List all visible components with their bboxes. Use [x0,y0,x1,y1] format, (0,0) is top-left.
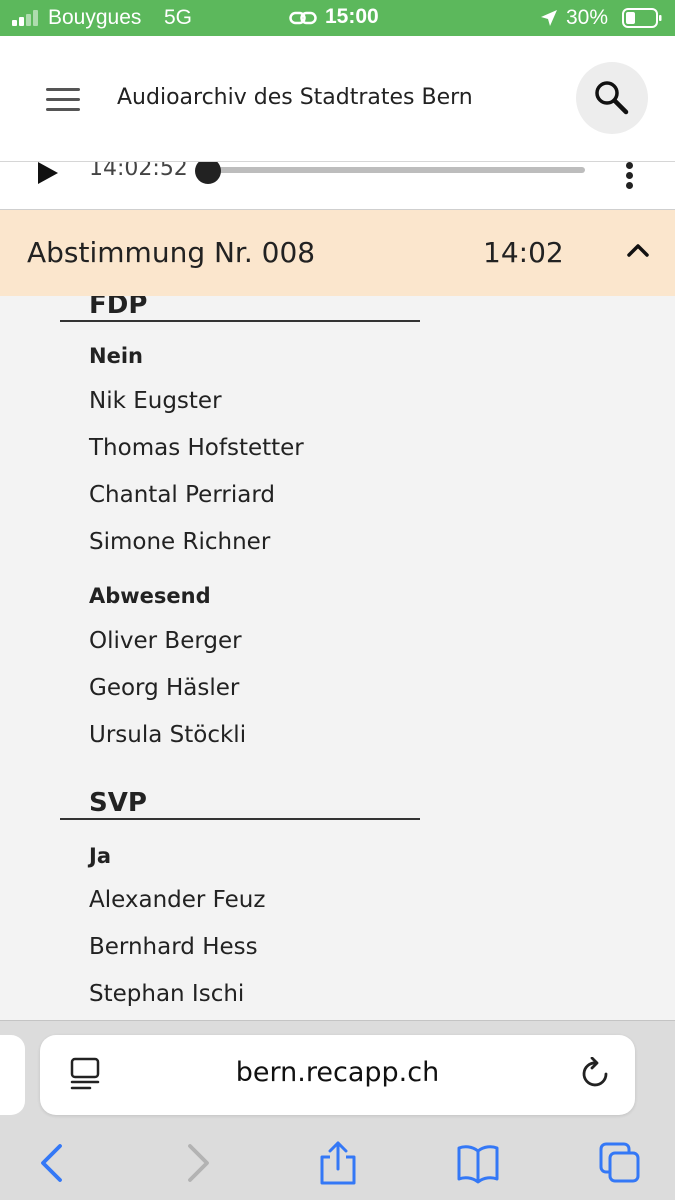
party-block: FDP [60,296,420,322]
tabs-icon[interactable] [598,1141,642,1185]
forward-icon[interactable] [176,1141,220,1185]
party-divider [60,818,420,820]
vote-time: 14:02 [483,236,564,269]
vote-group-label: Nein [89,344,143,368]
member-name: Nik Eugster [89,388,222,414]
page-title: Audioarchiv des Stadtrates Bern [117,85,473,110]
vote-title: Abstimmung Nr. 008 [27,236,316,269]
progress-track[interactable] [207,167,585,173]
search-button[interactable] [576,62,648,134]
link-icon [289,11,317,25]
reload-icon[interactable] [580,1057,612,1091]
back-icon[interactable] [30,1141,74,1185]
vote-group-label: Abwesend [89,584,211,608]
member-name: Alexander Feuz [89,887,266,913]
network-type: 5G [164,6,193,29]
play-icon[interactable] [36,162,60,184]
member-name: Oliver Berger [89,628,242,654]
status-bar: Bouygues 5G 15:00 30% [0,0,675,36]
app-header: Audioarchiv des Stadtrates Bern [0,36,675,162]
url-text: bern.recapp.ch [235,1057,440,1088]
share-icon[interactable] [316,1141,360,1185]
more-vertical-icon[interactable] [620,162,640,190]
status-time: 15:00 [325,5,379,28]
vote-group-label: Ja [89,844,111,868]
member-name: Bernhard Hess [89,934,258,960]
progress-thumb[interactable] [195,162,221,184]
bookmarks-icon[interactable] [456,1141,500,1185]
member-name: Georg Häsler [89,675,240,701]
party-name: FDP [89,296,148,320]
member-name: Ursula Stöckli [89,722,247,748]
location-arrow-icon [541,10,557,26]
address-bar[interactable]: bern.recapp.ch [40,1035,635,1115]
member-name: Stephan Ischi [89,981,245,1007]
audio-player: 14:02:52 [0,162,675,210]
search-icon [595,81,629,115]
carrier-name: Bouygues [48,6,142,29]
player-timestamp: 14:02:52 [89,162,188,181]
party-name: SVP [89,788,147,818]
vote-results: FDP Nein Nik Eugster Thomas Hofstetter C… [0,296,675,1020]
member-name: Chantal Perriard [89,482,275,508]
vote-section-header[interactable]: Abstimmung Nr. 008 14:02 [0,210,675,296]
party-divider [60,320,420,322]
signal-icon [12,10,42,26]
member-name: Thomas Hofstetter [89,435,304,461]
chevron-up-icon[interactable] [626,242,650,258]
party-block: SVP [60,788,420,820]
battery-percent: 30% [566,6,609,29]
browser-bottom-bar: bern.recapp.ch [0,1020,675,1200]
member-name: Simone Richner [89,529,271,555]
previous-tab-preview[interactable] [0,1035,25,1115]
battery-icon [622,8,662,28]
hamburger-icon[interactable] [46,88,80,112]
